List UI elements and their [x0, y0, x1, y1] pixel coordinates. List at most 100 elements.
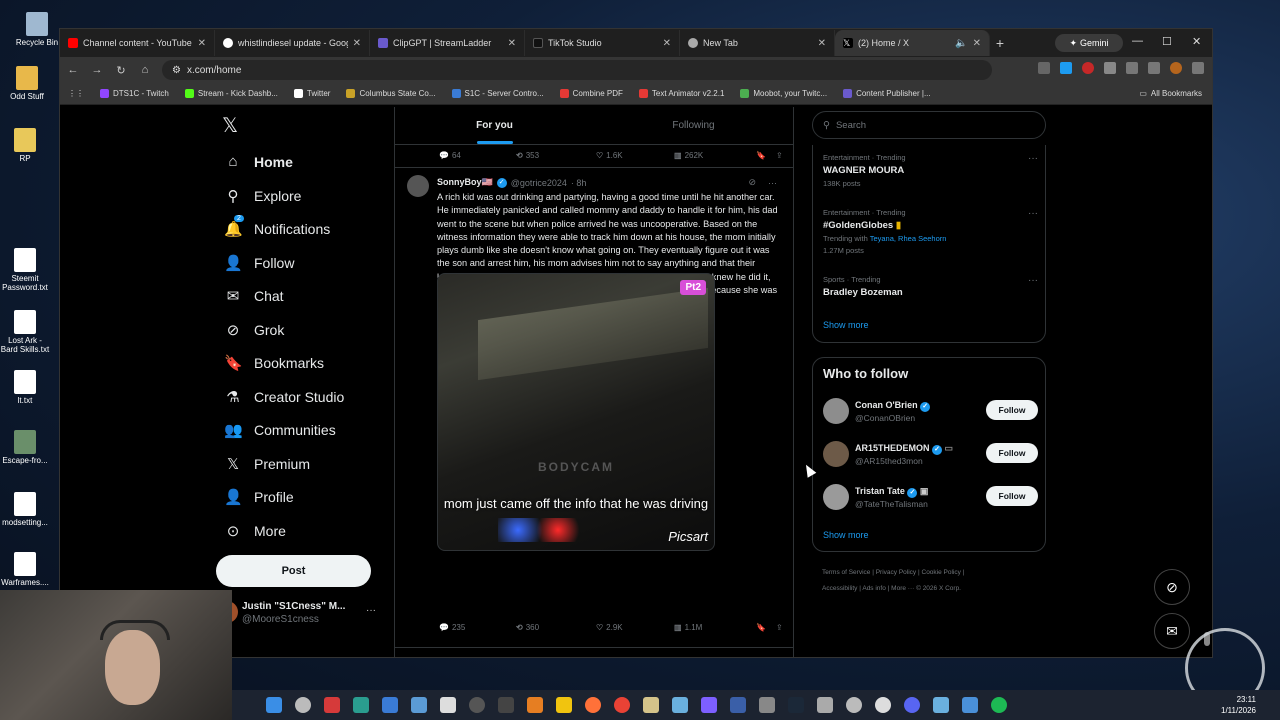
bookmark-star-icon[interactable] — [1060, 62, 1072, 74]
edge-icon[interactable] — [353, 697, 369, 713]
tab-tiktok[interactable]: TikTok Studio ✕ — [525, 30, 680, 56]
views-button[interactable]: ▥ 262K — [674, 151, 756, 160]
follow-button[interactable]: Follow — [986, 486, 1038, 506]
footer-link[interactable]: Ads info — [862, 585, 886, 592]
maximize-button[interactable]: ☐ — [1162, 35, 1172, 48]
follow-suggestion[interactable]: Tristan Tate ✓ ▣ @TateTheTalisman Follow — [823, 482, 1038, 516]
footer-link[interactable]: Cookie Policy — [922, 569, 961, 576]
nav-explore[interactable]: ⚲ Explore — [224, 187, 302, 205]
reply-button[interactable]: 💬 235 — [439, 623, 516, 632]
back-icon[interactable]: ← — [66, 64, 80, 76]
avatar[interactable] — [823, 484, 849, 510]
file-explorer-icon[interactable] — [556, 697, 572, 713]
desktop-icon-lost-ark[interactable]: Lost Ark - Bard Skills.txt — [0, 310, 50, 354]
more-dots-icon[interactable]: ··· — [768, 178, 777, 188]
x-logo-icon[interactable]: 𝕏 — [222, 113, 238, 138]
desktop-icon-escape[interactable]: Escape-fro... — [0, 430, 50, 465]
tab-new[interactable]: New Tab ✕ — [680, 30, 835, 56]
footer-link[interactable]: Privacy Policy — [876, 569, 916, 576]
nav-more[interactable]: ⊙ More — [224, 522, 286, 540]
repost-button[interactable]: ⟲ 360 — [516, 623, 596, 632]
system-clock[interactable]: 23:11 1/11/2026 — [1221, 694, 1256, 716]
bookmark-text-animator[interactable]: Text Animator v2.2.1 — [638, 89, 724, 98]
avatar[interactable] — [823, 441, 849, 467]
search-icon[interactable] — [295, 697, 311, 713]
notepad-icon[interactable] — [962, 697, 978, 713]
app-icon[interactable] — [324, 697, 340, 713]
follow-button[interactable]: Follow — [986, 400, 1038, 420]
bookmark-s1c-server[interactable]: S1C - Server Contro... — [451, 89, 544, 98]
tweet-time[interactable]: · 8h — [571, 178, 587, 188]
tab-clipgpt[interactable]: ClipGPT | StreamLadder ✕ — [370, 30, 525, 56]
app-icon[interactable] — [498, 697, 514, 713]
bookmark-icon[interactable]: 🔖 — [756, 623, 776, 632]
firefox-icon[interactable] — [585, 697, 601, 713]
search-input[interactable]: ⚲ Search — [812, 111, 1046, 139]
trend-item[interactable]: Entertainment · Trending WAGNER MOURA 13… — [823, 153, 1038, 188]
desktop-icon-odd-stuff[interactable]: Odd Stuff — [2, 66, 52, 101]
profile-avatar-icon[interactable] — [1170, 62, 1182, 74]
trend-item[interactable]: Entertainment · Trending #GoldenGlobes ▮… — [823, 208, 1038, 255]
app-icon[interactable] — [875, 697, 891, 713]
store-icon[interactable] — [382, 697, 398, 713]
views-button[interactable]: ▥ 1.1M — [674, 623, 756, 632]
tweet-author-handle[interactable]: @gotrice2024 — [511, 178, 567, 188]
bookmark-twitter[interactable]: Twitter — [293, 89, 330, 98]
apps-grid-icon[interactable]: ⋮⋮ — [68, 89, 84, 98]
trending-with-links[interactable]: Teyana, Rhea Seehorn — [870, 234, 947, 243]
desktop-icon-lt[interactable]: lt.txt — [0, 370, 50, 405]
tab-youtube[interactable]: Channel content - YouTube St ✕ — [60, 30, 215, 56]
chrome-icon[interactable] — [614, 697, 630, 713]
bookmark-combine-pdf[interactable]: Combine PDF — [559, 89, 623, 98]
new-tab-button[interactable]: + — [990, 35, 1010, 51]
app-icon[interactable] — [701, 697, 717, 713]
forward-icon[interactable]: → — [90, 64, 104, 76]
tweet-author-name[interactable]: SonnyBoy🇺🇸 — [437, 177, 493, 188]
like-button[interactable]: ♡ 2.9K — [596, 623, 674, 632]
app-icon[interactable] — [730, 697, 746, 713]
bookmark-icon[interactable]: 🔖 — [756, 151, 776, 160]
bookmark-content-publisher[interactable]: Content Publisher |... — [843, 89, 931, 98]
extensions-icon[interactable] — [1104, 62, 1116, 74]
app-icon[interactable] — [759, 697, 775, 713]
all-bookmarks-button[interactable]: ▭ All Bookmarks — [1139, 89, 1202, 98]
nav-home[interactable]: ⌂ Home — [224, 153, 292, 170]
start-icon[interactable] — [266, 697, 282, 713]
close-icon[interactable]: ✕ — [353, 38, 361, 49]
app-icon[interactable] — [527, 697, 543, 713]
footer-link[interactable]: More ··· — [891, 585, 914, 592]
side-panel-icon[interactable] — [1126, 62, 1138, 74]
close-icon[interactable]: ✕ — [198, 38, 206, 49]
grok-float-button[interactable]: ⊘ — [1154, 569, 1190, 605]
address-bar[interactable]: ⚙ x.com/home — [162, 60, 992, 80]
desktop-icon-modsetting[interactable]: modsetting... — [0, 492, 50, 527]
app-icon[interactable] — [643, 697, 659, 713]
close-icon[interactable]: ✕ — [818, 38, 826, 49]
home-button-icon[interactable]: ⌂ — [138, 64, 152, 76]
close-icon[interactable]: ✕ — [973, 38, 981, 49]
desktop-icon-recycle-bin[interactable]: Recycle Bin — [12, 12, 62, 47]
window-close-button[interactable]: ✕ — [1192, 35, 1201, 48]
bookmark-kick[interactable]: Stream - Kick Dashb... — [184, 89, 278, 98]
desktop-icon-steemit[interactable]: Steemit Password.txt — [0, 248, 50, 292]
share-icon[interactable]: ⇪ — [776, 151, 783, 160]
tweet-video[interactable]: Pt2 BODYCAM mom just came off the info t… — [437, 273, 715, 551]
nav-grok[interactable]: ⊘ Grok — [224, 321, 285, 339]
nav-communities[interactable]: 👥 Communities — [224, 421, 336, 439]
close-icon[interactable]: ✕ — [508, 38, 516, 49]
gemini-button[interactable]: ✦ Gemini — [1055, 34, 1123, 52]
nav-premium[interactable]: 𝕏 Premium — [224, 455, 310, 473]
install-app-icon[interactable] — [1038, 62, 1050, 74]
desktop-icon-warframes[interactable]: Warframes.... — [0, 552, 50, 587]
reply-button[interactable]: 💬 64 — [439, 151, 516, 160]
media-icon[interactable] — [1148, 62, 1160, 74]
follow-button[interactable]: Follow — [986, 443, 1038, 463]
tab-for-you[interactable]: For you — [395, 107, 594, 144]
nav-creator-studio[interactable]: ⚗ Creator Studio — [224, 388, 344, 406]
messages-float-button[interactable]: ✉ — [1154, 613, 1190, 649]
grok-icon[interactable]: ⊘ — [748, 177, 756, 188]
follow-show-more-link[interactable]: Show more — [823, 530, 869, 540]
more-dots-icon[interactable]: ··· — [1028, 275, 1038, 286]
app-icon[interactable] — [440, 697, 456, 713]
more-dots-icon[interactable]: ··· — [366, 605, 376, 616]
